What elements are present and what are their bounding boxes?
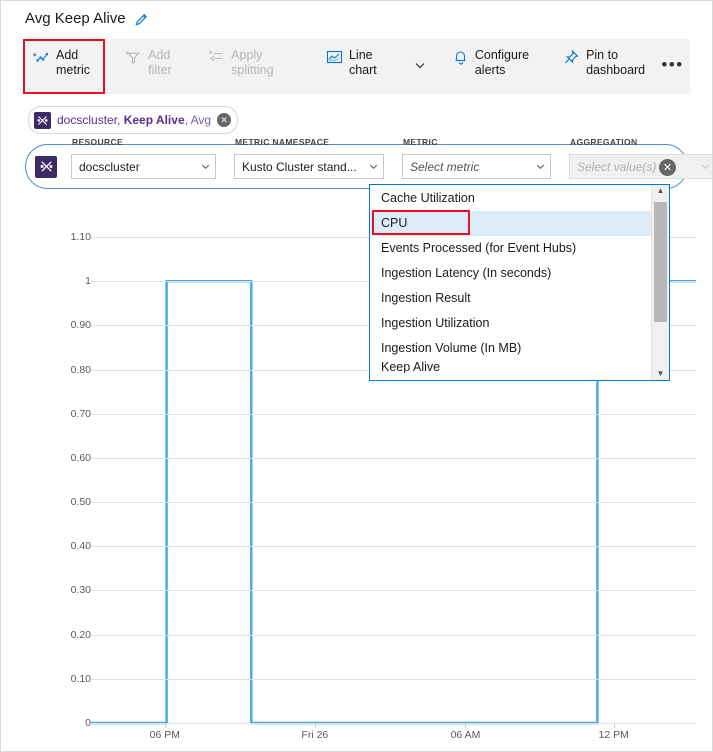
pencil-icon[interactable]	[134, 12, 149, 27]
y-axis-tick-label: 0.90	[70, 319, 91, 332]
gridline	[91, 723, 696, 724]
gridline	[91, 678, 696, 680]
bell-icon	[452, 49, 469, 66]
metric-field: METRIC Select metric	[402, 137, 551, 179]
metric-dropdown-items: Cache Utilization CPU Events Processed (fo…	[370, 185, 651, 380]
metric-chip-icon	[34, 111, 51, 129]
dropdown-option[interactable]: Events Processed (for Event Hubs)	[370, 236, 651, 261]
add-filter-label: Add filter	[148, 48, 172, 77]
chevron-down-icon	[414, 58, 426, 76]
y-axis-tick-label: 1.10	[70, 231, 91, 243]
scroll-up-arrow-icon[interactable]: ▲	[657, 187, 665, 195]
metrics-chart-window: Avg Keep Alive Add metric Add filter App…	[0, 0, 713, 752]
x-axis-tick-label: Fri 26	[301, 729, 329, 741]
gridline	[91, 546, 696, 548]
dropdown-option[interactable]: CPU	[370, 211, 651, 236]
aggregation-field: AGGREGATION Select value(s)	[569, 137, 712, 179]
aggregation-value: Select value(s)	[577, 159, 657, 174]
metric-value: Select metric	[410, 159, 480, 174]
x-axis-tick-label: 06 PM	[149, 729, 180, 741]
chip-close-icon[interactable]: ✕	[217, 113, 232, 127]
metric-label: METRIC	[403, 137, 438, 147]
resource-select[interactable]: docscluster	[71, 154, 216, 179]
aggregation-select[interactable]: Select value(s)	[569, 154, 712, 179]
pin-to-dashboard-label: Pin to dashboard	[586, 48, 646, 77]
configure-alerts-button[interactable]: Configure alerts	[442, 39, 539, 94]
metric-selector-row: RESOURCE docscluster METRIC NAMESPACE Ku…	[25, 137, 712, 189]
chip-aggregation: , Avg	[184, 113, 212, 127]
metric-row-icon	[35, 155, 57, 178]
configure-alerts-label: Configure alerts	[474, 48, 530, 77]
dropdown-option[interactable]: Ingestion Latency (In seconds)	[370, 261, 651, 286]
y-axis-tick-label: 0.30	[70, 584, 91, 597]
add-filter-button[interactable]: Add filter	[115, 39, 198, 94]
y-axis-tick-label: 0.20	[70, 628, 91, 641]
gridline	[91, 413, 696, 415]
x-axis-tick-label: 06 AM	[450, 729, 481, 741]
gridline	[91, 502, 696, 504]
chart-type-button[interactable]: Line chart	[316, 39, 404, 94]
add-metric-button[interactable]: Add metric	[23, 39, 115, 94]
y-axis-tick-label: 1	[85, 275, 91, 288]
resource-label: RESOURCE	[72, 137, 123, 147]
apply-splitting-icon	[208, 49, 225, 66]
metric-namespace-select[interactable]: Kusto Cluster stand...	[234, 154, 384, 179]
add-metric-label: Add metric	[56, 48, 91, 77]
y-axis-tick-label: 0.50	[70, 496, 91, 509]
x-axis-tick-mark	[164, 723, 166, 728]
gridline	[91, 590, 696, 592]
y-axis-tick-label: 0.60	[70, 451, 91, 464]
page-title-row: Avg Keep Alive	[25, 10, 149, 28]
y-axis-tick-label: 0	[85, 717, 91, 729]
chip-metric: Keep Alive	[123, 113, 185, 127]
x-axis-tick-mark	[314, 723, 316, 728]
chip-resource: docscluster,	[57, 113, 124, 127]
metric-dropdown-list: Cache Utilization CPU Events Processed (fo…	[369, 184, 670, 381]
chart-toolbar: Add metric Add filter Apply splitting Li…	[23, 39, 690, 94]
x-axis-tick-mark	[465, 723, 467, 728]
resource-value: docscluster	[79, 159, 140, 174]
dropdown-option[interactable]: Keep Alive	[370, 361, 651, 373]
add-filter-icon	[125, 49, 142, 66]
apply-splitting-button[interactable]: Apply splitting	[198, 39, 294, 94]
x-axis-tick-label: 12 PM	[598, 729, 629, 741]
gridline	[91, 634, 696, 636]
y-axis-tick-label: 0.40	[70, 540, 91, 553]
chevron-down-icon	[369, 160, 378, 174]
chart-type-label: Line chart	[348, 48, 377, 77]
metric-chip[interactable]: docscluster, Keep Alive, Avg ✕	[28, 106, 239, 134]
metric-namespace-field: METRIC NAMESPACE Kusto Cluster stand...	[234, 137, 384, 179]
metric-namespace-label: METRIC NAMESPACE	[235, 137, 330, 147]
x-axis-tick-mark	[613, 723, 615, 728]
metric-namespace-value: Kusto Cluster stand...	[242, 159, 357, 174]
pin-to-dashboard-button[interactable]: Pin to dashboard	[553, 39, 655, 94]
line-chart-icon	[326, 49, 343, 66]
aggregation-label: AGGREGATION	[570, 137, 638, 147]
metric-row-close-icon[interactable]: ✕	[659, 159, 676, 176]
dropdown-option[interactable]: Ingestion Utilization	[370, 311, 651, 336]
y-axis-ticks: 0 0.10 0.20 0.30 0.40 0.50 0.60 0.70 0.80 0.90 1 1.…	[23, 197, 91, 751]
more-options-button[interactable]: •••	[655, 39, 690, 94]
y-axis-tick-label: 0.10	[70, 672, 91, 685]
chevron-down-icon	[701, 160, 710, 174]
chevron-down-icon	[536, 160, 545, 174]
scrollbar-thumb[interactable]	[654, 202, 667, 322]
pin-icon	[563, 49, 580, 66]
apply-splitting-label: Apply splitting	[231, 48, 274, 77]
resource-field: RESOURCE docscluster	[71, 137, 216, 179]
dropdown-option[interactable]: Ingestion Volume (In MB)	[370, 336, 651, 361]
metric-chip-label: docscluster, Keep Alive, Avg	[57, 113, 211, 127]
page-title: Avg Keep Alive	[25, 10, 126, 27]
chart-type-dropdown-button[interactable]	[404, 39, 436, 94]
dropdown-option[interactable]: Cache Utilization	[370, 186, 651, 211]
scroll-down-arrow-icon[interactable]: ▼	[657, 370, 665, 378]
dropdown-scrollbar[interactable]: ▲ ▼	[651, 185, 669, 380]
gridline	[91, 457, 696, 459]
y-axis-tick-label: 0.80	[70, 363, 91, 376]
y-axis-tick-label: 0.70	[70, 407, 91, 420]
dropdown-option[interactable]: Ingestion Result	[370, 286, 651, 311]
metric-select[interactable]: Select metric	[402, 154, 551, 179]
chevron-down-icon	[201, 160, 210, 174]
add-metric-icon	[33, 49, 50, 66]
